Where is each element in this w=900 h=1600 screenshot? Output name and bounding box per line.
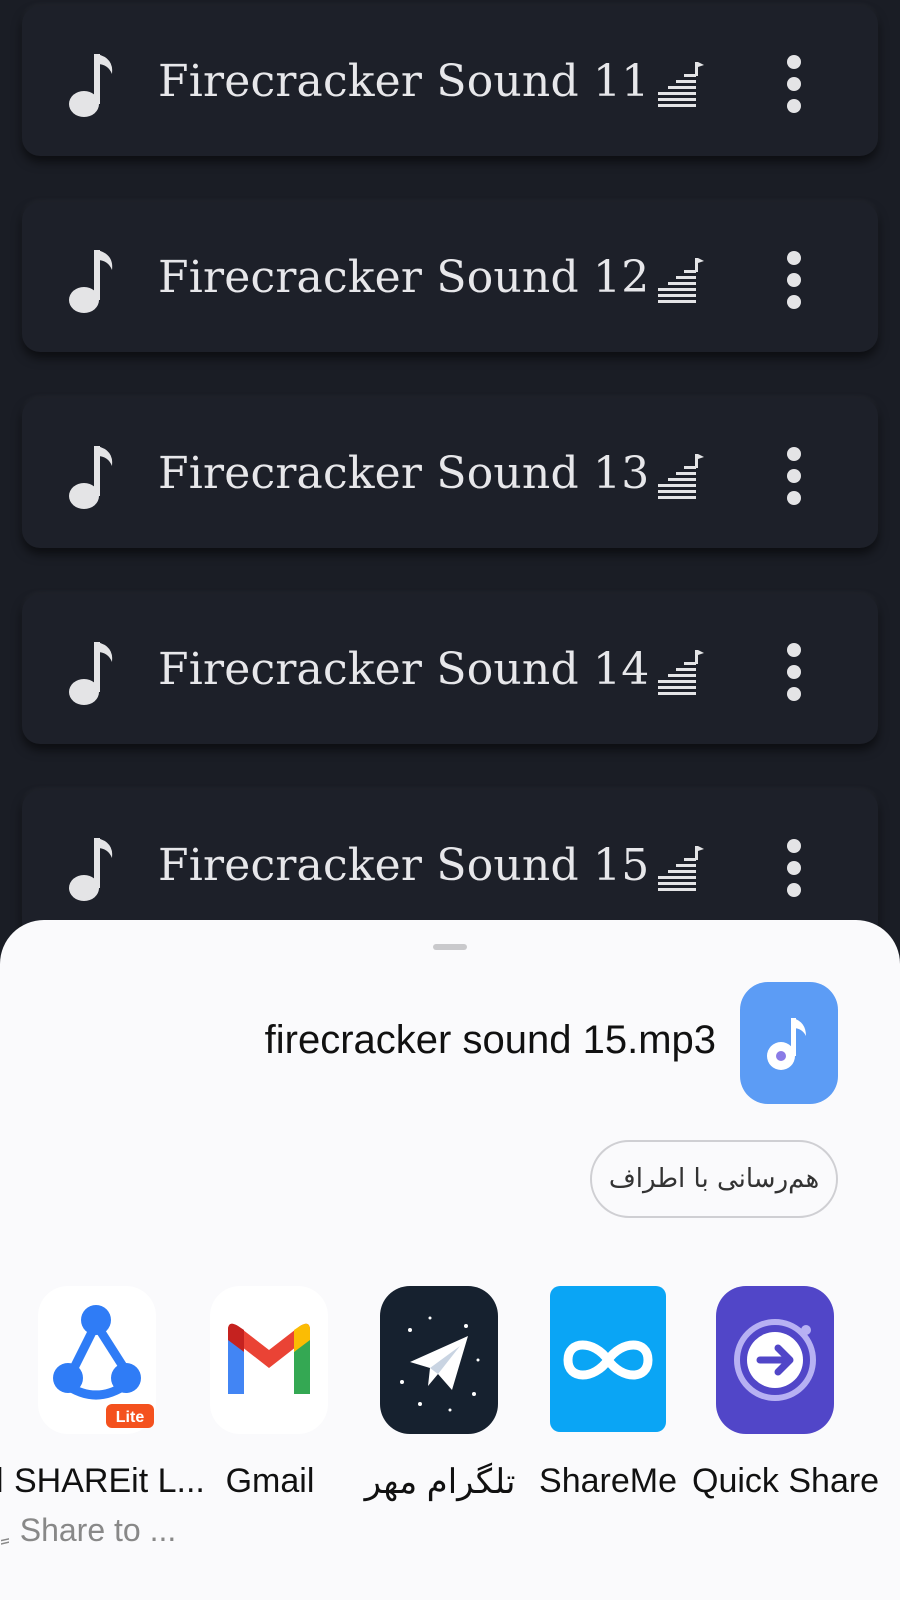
more-options-icon[interactable] <box>784 54 804 114</box>
shareme-icon <box>550 1286 666 1432</box>
music-note-icon <box>69 446 113 509</box>
sound-title: Firecracker Sound 14 <box>158 644 650 695</box>
music-note-icon <box>69 642 113 705</box>
share-nearby-button[interactable]: هم‌رسانی با اطراف <box>590 1140 838 1218</box>
music-note-icon <box>69 250 113 313</box>
sheet-drag-handle[interactable] <box>433 944 467 950</box>
gmail-icon <box>210 1286 328 1434</box>
list-item[interactable]: Firecracker Sound 11 <box>22 6 878 156</box>
share-sheet: firecracker sound 15.mp3 هم‌رسانی با اطر… <box>0 920 900 1600</box>
more-options-icon[interactable] <box>784 446 804 506</box>
app-shareit-lite[interactable]: Lite SHAREit L... Share to ... <box>14 1286 205 1548</box>
list-item[interactable]: Firecracker Sound 13 <box>22 398 878 548</box>
app-label: تلگرام مهر <box>364 1463 516 1501</box>
equalizer-icon[interactable] <box>658 256 704 304</box>
list-item[interactable]: Firecracker Sound 14 <box>22 594 878 744</box>
shared-file-name: firecracker sound 15.mp3 <box>264 1018 716 1062</box>
app-label: Quick Share <box>692 1462 880 1500</box>
quick-share-icon <box>716 1286 834 1434</box>
offscreen-app-label-fragment: l <box>0 1462 4 1501</box>
audio-file-icon <box>740 982 838 1104</box>
svg-text:Lite: Lite <box>116 1409 145 1426</box>
equalizer-icon[interactable] <box>658 60 704 108</box>
equalizer-icon[interactable] <box>658 648 704 696</box>
list-item[interactable]: Firecracker Sound 12 <box>22 202 878 352</box>
music-note-icon <box>69 54 113 117</box>
app-label: ShareMe <box>539 1462 677 1500</box>
app-telegram-mehr[interactable]: تلگرام مهر <box>356 1286 524 1516</box>
equalizer-icon[interactable] <box>658 844 704 892</box>
equalizer-icon[interactable] <box>658 452 704 500</box>
shareit-lite-icon: Lite <box>38 1286 156 1434</box>
list-item[interactable]: Firecracker Sound 15 <box>22 790 878 940</box>
app-label: SHAREit L... <box>14 1462 205 1500</box>
sound-title: Firecracker Sound 12 <box>158 252 650 303</box>
app-quick-share[interactable]: Quick Share <box>692 1286 880 1516</box>
app-shareme[interactable]: ShareMe <box>524 1286 692 1516</box>
telegram-mehr-icon <box>380 1286 498 1434</box>
app-sublabel: Share to ... <box>19 1512 177 1548</box>
more-options-icon[interactable] <box>784 250 804 310</box>
music-note-icon <box>69 838 113 901</box>
app-label: Gmail <box>225 1462 315 1500</box>
app-gmail[interactable]: Gmail <box>186 1286 354 1516</box>
more-options-icon[interactable] <box>784 838 804 898</box>
sound-title: Firecracker Sound 15 <box>158 840 650 891</box>
sound-title: Firecracker Sound 11 <box>158 56 650 107</box>
sound-title: Firecracker Sound 13 <box>158 448 650 499</box>
more-options-icon[interactable] <box>784 642 804 702</box>
app-screen: Firecracker Sound 11 Firecracker Sound 1… <box>0 0 900 1600</box>
